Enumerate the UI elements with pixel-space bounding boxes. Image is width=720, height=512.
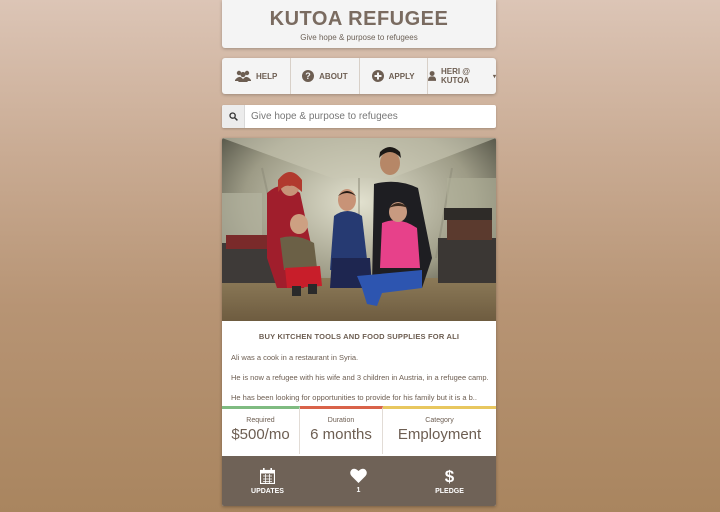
svg-text:$: $ [445, 467, 455, 484]
stat-required: Required $500/mo [222, 406, 300, 454]
stat-required-label: Required [246, 417, 275, 424]
user-icon [427, 71, 436, 81]
campaign-card: BUY KITCHEN TOOLS AND FOOD SUPPLIES FOR … [222, 138, 496, 506]
family-photo[interactable] [222, 138, 496, 321]
stat-duration-label: Duration [327, 417, 355, 424]
campaign-description-line: He has been looking for opportunities to… [231, 393, 477, 402]
site-tagline: Give hope & purpose to refugees [300, 33, 418, 42]
nav-about-label: ABOUT [319, 71, 348, 81]
card-action-bar: UPDATES 1 $ PLEDGE [222, 456, 496, 506]
updates-button[interactable]: UPDATES [222, 456, 313, 506]
stat-duration-value: 6 months [310, 426, 372, 443]
nav-help[interactable]: HELP [222, 58, 292, 94]
main-nav: HELP ? ABOUT APPLY HERI @ KUTOA ▾ [222, 58, 496, 94]
calendar-icon [260, 467, 275, 484]
nav-apply-label: APPLY [388, 71, 415, 81]
search-icon [228, 112, 238, 121]
campaign-description-line: Ali was a cook in a restaurant in Syria. [231, 353, 359, 362]
site-title: KUTOA REFUGEE [269, 8, 449, 30]
pledge-button[interactable]: $ PLEDGE [404, 456, 495, 506]
stat-category-value: Employment [397, 426, 482, 443]
stat-required-value: $500/mo [231, 426, 290, 443]
dollar-icon: $ [445, 467, 455, 484]
svg-text:?: ? [305, 71, 311, 81]
search-button[interactable] [222, 105, 245, 128]
heart-icon [350, 468, 367, 483]
site-header: KUTOA REFUGEE Give hope & purpose to ref… [222, 0, 496, 48]
like-button[interactable]: 1 [313, 456, 404, 506]
search-input[interactable] [245, 105, 496, 128]
search-bar [222, 105, 496, 128]
campaign-title: BUY KITCHEN TOOLS AND FOOD SUPPLIES FOR … [258, 332, 460, 341]
stat-category-label: Category [425, 417, 454, 424]
stat-category: Category Employment [383, 406, 496, 454]
chevron-down-icon: ▾ [492, 73, 496, 80]
users-icon [234, 70, 251, 82]
pledge-label: PLEDGE [435, 488, 464, 495]
campaign-stats: Required $500/mo Duration 6 months Categ… [222, 406, 496, 454]
updates-label: UPDATES [251, 487, 284, 495]
stat-duration: Duration 6 months [300, 406, 383, 454]
nav-help-label: HELP [255, 71, 278, 81]
nav-about[interactable]: ? ABOUT [291, 58, 360, 94]
like-count: 1 [356, 487, 361, 494]
nav-apply[interactable]: APPLY [360, 58, 428, 94]
question-circle-icon: ? [302, 70, 315, 82]
nav-user-label: HERI @ KUTOA [440, 67, 471, 85]
nav-user-menu[interactable]: HERI @ KUTOA ▾ [427, 58, 496, 94]
plus-circle-icon [371, 70, 384, 82]
campaign-description-line: He is now a refugee with his wife and 3 … [231, 373, 489, 382]
